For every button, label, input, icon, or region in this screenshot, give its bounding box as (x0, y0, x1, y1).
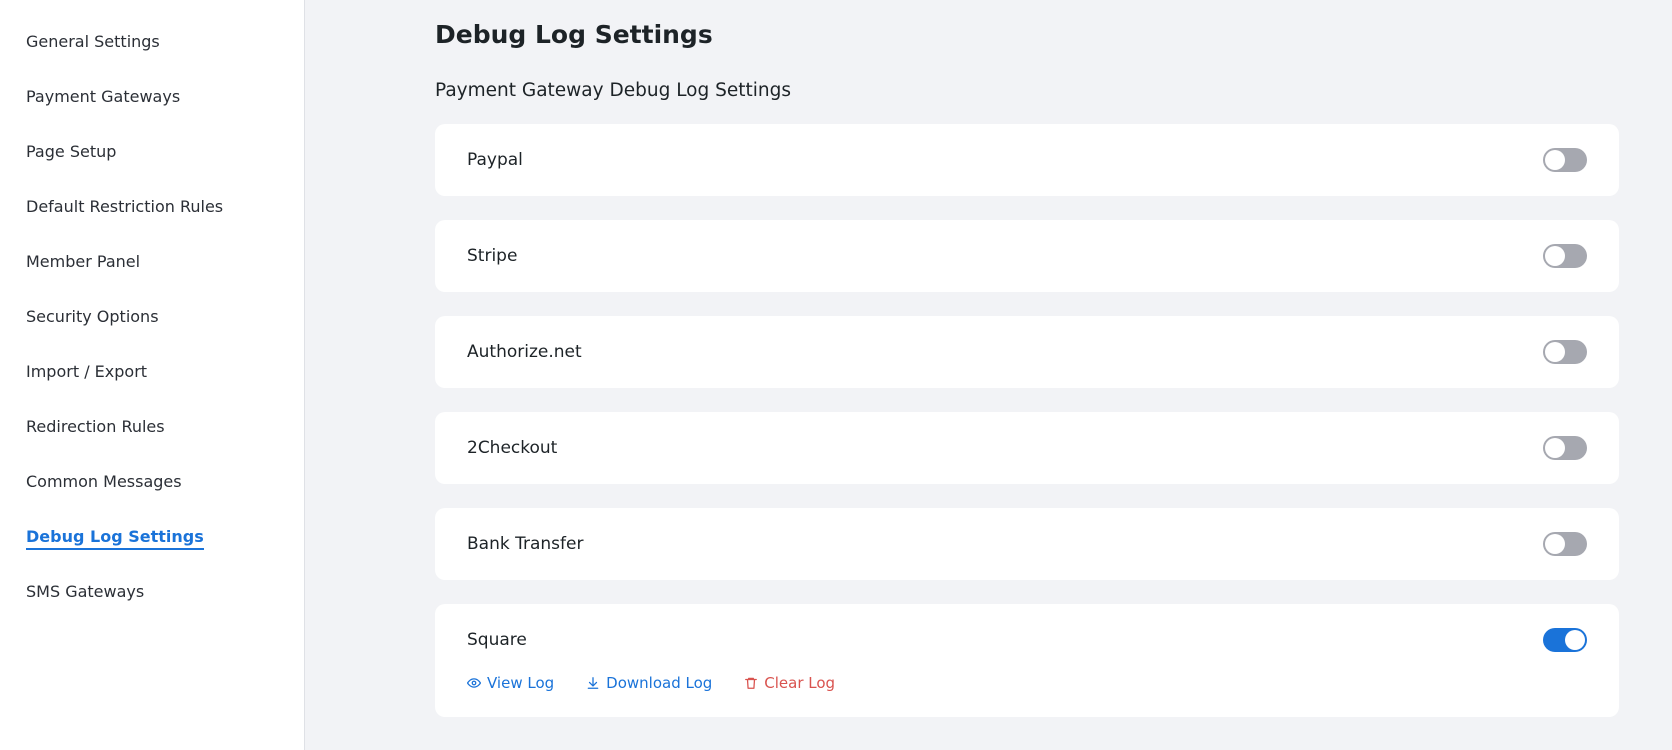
sidebar-item-payment-gateways[interactable]: Payment Gateways (0, 80, 304, 135)
square-debug-toggle[interactable] (1543, 628, 1587, 652)
view-log-link[interactable]: View Log (467, 674, 554, 692)
sidebar-item-debug-log-settings[interactable]: Debug Log Settings (0, 520, 304, 575)
sidebar-item-member-panel[interactable]: Member Panel (0, 245, 304, 300)
gateway-label: Paypal (467, 150, 523, 170)
sidebar-item-sms-gateways[interactable]: SMS Gateways (0, 575, 304, 630)
sidebar-item-label: Security Options (26, 307, 159, 326)
square-card-header: Square (467, 628, 1587, 652)
main-content: Debug Log Settings Payment Gateway Debug… (305, 0, 1672, 750)
eye-icon (467, 678, 481, 688)
paypal-debug-toggle[interactable] (1543, 148, 1587, 172)
toggle-knob (1545, 438, 1565, 458)
toggle-knob (1545, 246, 1565, 266)
download-icon (587, 677, 599, 689)
download-log-label: Download Log (606, 674, 713, 692)
gateway-card-square: Square View Log Download Log Clear Log (435, 604, 1619, 717)
gateway-label: 2Checkout (467, 438, 558, 458)
gateway-label: Stripe (467, 246, 518, 266)
sidebar-item-default-restriction-rules[interactable]: Default Restriction Rules (0, 190, 304, 245)
gateway-card-stripe: Stripe (435, 220, 1619, 292)
bank-transfer-debug-toggle[interactable] (1543, 532, 1587, 556)
sidebar-item-import-export[interactable]: Import / Export (0, 355, 304, 410)
trash-icon (745, 677, 758, 689)
stripe-debug-toggle[interactable] (1543, 244, 1587, 268)
gateway-card-2checkout: 2Checkout (435, 412, 1619, 484)
sidebar-item-label: Default Restriction Rules (26, 197, 224, 216)
sidebar-item-label: SMS Gateways (26, 582, 145, 601)
gateway-card-authorize-net: Authorize.net (435, 316, 1619, 388)
sidebar-item-common-messages[interactable]: Common Messages (0, 465, 304, 520)
settings-sidebar: General Settings Payment Gateways Page S… (0, 0, 305, 750)
gateway-card-bank-transfer: Bank Transfer (435, 508, 1619, 580)
sidebar-item-security-options[interactable]: Security Options (0, 300, 304, 355)
sidebar-item-label: General Settings (26, 32, 160, 51)
section-title: Payment Gateway Debug Log Settings (435, 80, 791, 101)
sidebar-item-label: Member Panel (26, 252, 141, 271)
sidebar-item-label: Common Messages (26, 472, 182, 491)
download-log-link[interactable]: Download Log (586, 674, 712, 692)
toggle-knob (1565, 630, 1585, 650)
clear-log-link[interactable]: Clear Log (744, 674, 835, 692)
sidebar-item-page-setup[interactable]: Page Setup (0, 135, 304, 190)
gateway-label: Square (467, 630, 527, 650)
sidebar-item-label: Payment Gateways (26, 87, 181, 106)
view-log-label: View Log (487, 674, 555, 692)
sidebar-item-redirection-rules[interactable]: Redirection Rules (0, 410, 304, 465)
sidebar-item-label: Redirection Rules (26, 417, 165, 436)
gateway-label: Bank Transfer (467, 534, 584, 554)
sidebar-item-label: Page Setup (26, 142, 117, 161)
toggle-knob (1545, 534, 1565, 554)
sidebar-item-label: Import / Export (26, 362, 148, 381)
clear-log-label: Clear Log (764, 674, 836, 692)
page-title: Debug Log Settings (435, 20, 713, 49)
2checkout-debug-toggle[interactable] (1543, 436, 1587, 460)
toggle-knob (1545, 342, 1565, 362)
gateway-label: Authorize.net (467, 342, 582, 362)
app-window: General Settings Payment Gateways Page S… (0, 0, 1672, 750)
authorize-net-debug-toggle[interactable] (1543, 340, 1587, 364)
sidebar-item-label: Debug Log Settings (26, 526, 204, 550)
sidebar-item-general-settings[interactable]: General Settings (0, 25, 304, 80)
toggle-knob (1545, 150, 1565, 170)
gateway-card-paypal: Paypal (435, 124, 1619, 196)
square-log-actions: View Log Download Log Clear Log (467, 674, 1587, 692)
